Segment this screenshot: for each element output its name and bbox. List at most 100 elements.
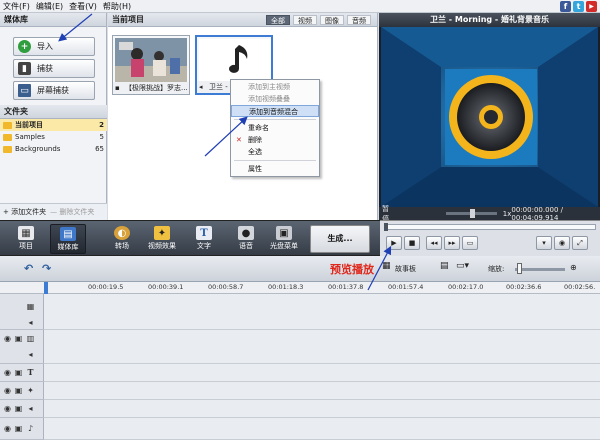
eye-icon[interactable]: ◉ bbox=[3, 404, 12, 413]
folder-list: 当前项目 2 Samples 5 Backgrounds 65 bbox=[0, 119, 107, 155]
voice-track[interactable] bbox=[44, 400, 600, 418]
video-overlay-track[interactable] bbox=[44, 330, 600, 364]
tab-image[interactable]: 图像 bbox=[320, 15, 344, 25]
eye-icon[interactable]: ◉ bbox=[3, 368, 12, 377]
ruler-tick: 00:00:39.1 bbox=[148, 283, 184, 291]
import-button[interactable]: + 导入 bbox=[13, 37, 95, 56]
scrub-knob[interactable] bbox=[384, 223, 388, 231]
snapshot-button[interactable]: ◉ bbox=[554, 236, 570, 250]
disc-menu-button-label: 光盘菜单 bbox=[270, 242, 298, 250]
folder-item[interactable]: Backgrounds 65 bbox=[0, 143, 107, 155]
disc-menu-button[interactable]: ▣ 光盘菜单 bbox=[266, 224, 302, 254]
detach-preview-button[interactable]: ▾ bbox=[536, 236, 552, 250]
text-button-label: 文字 bbox=[197, 242, 211, 250]
video-track-icon: ▦ bbox=[26, 302, 35, 311]
volume-slider[interactable] bbox=[445, 209, 497, 218]
folder-count: 5 bbox=[99, 133, 104, 141]
eye-icon[interactable]: ◉ bbox=[3, 386, 12, 395]
timeline-ruler[interactable]: 00:00:19.5 00:00:39.1 00:00:58.7 00:01:1… bbox=[0, 282, 600, 294]
preview-scrub-bar[interactable] bbox=[384, 223, 596, 231]
folder-count: 2 bbox=[99, 121, 104, 129]
menu-view[interactable]: 查看(V) bbox=[66, 1, 100, 12]
audio-connect-icon[interactable]: ◂ bbox=[26, 350, 35, 359]
eye-icon[interactable]: ◉ bbox=[3, 334, 12, 343]
play-button[interactable]: ▶ bbox=[386, 236, 402, 250]
lock-icon[interactable]: ▣ bbox=[14, 404, 23, 413]
film-strip-icon[interactable]: ▤ bbox=[440, 261, 449, 271]
menu-item-add-main-video[interactable]: 添加到主视频 bbox=[231, 81, 319, 93]
text-track[interactable] bbox=[44, 364, 600, 382]
social-links: f t ▶ bbox=[560, 1, 597, 12]
tab-video[interactable]: 视频 bbox=[293, 15, 317, 25]
tab-all[interactable]: 全部 bbox=[266, 15, 290, 25]
folder-actions: + 添加文件夹 — 删除文件夹 bbox=[0, 203, 107, 220]
menu-item-delete[interactable]: ✕ 删除 bbox=[231, 134, 319, 146]
previous-frame-button[interactable]: ◂◂ bbox=[426, 236, 442, 250]
video-effects-track[interactable] bbox=[44, 382, 600, 400]
folder-icon bbox=[3, 145, 12, 153]
fullscreen-preview-button[interactable]: ▭ bbox=[462, 236, 478, 250]
audio-connect-icon[interactable]: ◂ bbox=[26, 318, 35, 327]
lock-icon[interactable]: ▣ bbox=[14, 424, 23, 433]
storyboard-button[interactable]: 故事板 bbox=[395, 264, 416, 274]
speaker-track-icon: ◂ bbox=[28, 404, 33, 413]
preview-status-bar: 暂停 1x 00:00:00.000 / 00:04:09.914 bbox=[379, 205, 600, 223]
delete-folder-button[interactable]: — 删除文件夹 bbox=[50, 207, 94, 217]
ruler-tick: 00:01:37.8 bbox=[328, 283, 364, 291]
zoom-slider-knob[interactable] bbox=[517, 263, 522, 274]
twitter-icon[interactable]: t bbox=[573, 1, 584, 12]
next-frame-button[interactable]: ▸▸ bbox=[444, 236, 460, 250]
zoom-label: 缩放: bbox=[488, 265, 505, 273]
main-video-track[interactable] bbox=[44, 294, 600, 330]
eye-icon[interactable]: ◉ bbox=[3, 424, 12, 433]
folder-name: Backgrounds bbox=[15, 145, 61, 153]
fullscreen-button[interactable]: ⤢ bbox=[572, 236, 588, 250]
folder-item[interactable]: Samples 5 bbox=[0, 131, 107, 143]
text-button[interactable]: T 文字 bbox=[186, 224, 222, 254]
youtube-icon[interactable]: ▶ bbox=[586, 1, 597, 12]
playback-speed[interactable]: 1x bbox=[503, 210, 512, 218]
zoom-in-icon[interactable]: ⊕ bbox=[570, 263, 577, 272]
media-library-button[interactable]: ▤ 媒体库 bbox=[50, 224, 86, 254]
text-track-icon: T bbox=[27, 367, 34, 377]
menu-file[interactable]: 文件(F) bbox=[0, 1, 33, 12]
volume-slider-knob[interactable] bbox=[469, 209, 475, 218]
menu-item-properties[interactable]: 属性 bbox=[231, 163, 319, 175]
facebook-icon[interactable]: f bbox=[560, 1, 571, 12]
video-clip-thumbnail[interactable]: 【极限挑战】罗志... ▪ bbox=[112, 35, 190, 95]
lock-icon[interactable]: ▣ bbox=[14, 334, 23, 343]
capture-button[interactable]: ▮ 捕获 bbox=[13, 59, 95, 78]
add-folder-label: 添加文件夹 bbox=[11, 208, 47, 216]
produce-button[interactable]: 生成... bbox=[310, 225, 370, 253]
menu-edit[interactable]: 编辑(E) bbox=[33, 1, 66, 12]
ruler-tick: 00:02:17.0 bbox=[448, 283, 484, 291]
disc-menu-icon: ▣ bbox=[276, 226, 292, 240]
undo-icon[interactable]: ↶ bbox=[24, 262, 33, 275]
menu-separator bbox=[234, 160, 316, 161]
menu-item-add-audio-mix[interactable]: 添加到音频混合 bbox=[231, 105, 319, 117]
playhead[interactable] bbox=[44, 282, 48, 294]
menu-item-select-all[interactable]: 全选 bbox=[231, 146, 319, 158]
menu-help[interactable]: 帮助(H) bbox=[100, 1, 134, 12]
lock-icon[interactable]: ▣ bbox=[14, 368, 23, 377]
project-button[interactable]: ▦ 项目 bbox=[8, 224, 44, 254]
transitions-button[interactable]: ◐ 转场 bbox=[104, 224, 140, 254]
tab-audio[interactable]: 音频 bbox=[347, 15, 371, 25]
video-effects-button[interactable]: ✦ 视频效果 bbox=[144, 224, 180, 254]
redo-icon[interactable]: ↷ bbox=[42, 262, 51, 275]
storyboard-icon[interactable]: ▦ bbox=[382, 261, 391, 271]
add-folder-button[interactable]: + 添加文件夹 bbox=[3, 207, 46, 217]
speaker-visual bbox=[381, 27, 598, 207]
menu-item-add-video-overlay[interactable]: 添加视频叠叠 bbox=[231, 93, 319, 105]
music-track[interactable] bbox=[44, 418, 600, 440]
music-note-icon bbox=[199, 39, 271, 83]
zoom-slider[interactable] bbox=[515, 268, 565, 271]
stop-button[interactable]: ■ bbox=[404, 236, 420, 250]
menu-item-rename[interactable]: 重命名 bbox=[231, 122, 319, 134]
voice-button[interactable]: ● 语音 bbox=[228, 224, 264, 254]
lock-icon[interactable]: ▣ bbox=[14, 386, 23, 395]
monitor-view-icon[interactable]: ▭▾ bbox=[456, 261, 469, 271]
folder-item[interactable]: 当前项目 2 bbox=[0, 119, 107, 131]
voice-button-label: 语音 bbox=[239, 242, 253, 250]
screen-capture-button[interactable]: ▭ 屏幕捕获 bbox=[13, 81, 95, 100]
